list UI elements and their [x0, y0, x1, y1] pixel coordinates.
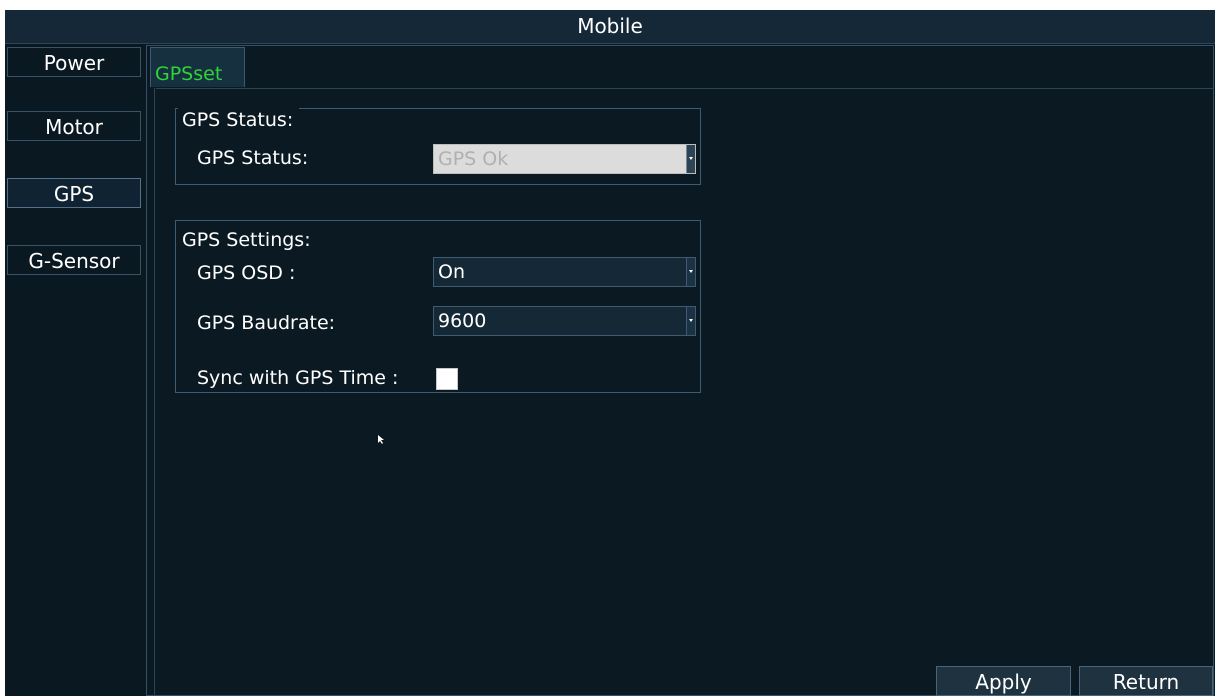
mouse-pointer-icon	[378, 435, 384, 444]
gps-status-group-legend: GPS Status:	[178, 108, 300, 132]
window-title: Mobile	[5, 10, 1215, 44]
content-border	[154, 88, 155, 696]
gps-status-value: GPS Ok	[438, 148, 509, 170]
gps-status-label: GPS Status:	[197, 147, 309, 169]
gps-baudrate-label: GPS Baudrate:	[197, 312, 336, 334]
sidebar-item-power[interactable]: Power	[7, 47, 141, 77]
return-button[interactable]: Return	[1079, 666, 1213, 696]
sidebar-item-g-sensor[interactable]: G-Sensor	[7, 245, 141, 275]
gps-osd-value: On	[438, 261, 465, 283]
gps-osd-label: GPS OSD :	[197, 262, 296, 284]
gps-status-select: GPS Ok	[433, 144, 696, 174]
chevron-down-icon	[686, 258, 695, 286]
gps-baudrate-select[interactable]: 9600	[433, 306, 696, 336]
sync-gps-time-checkbox[interactable]	[436, 368, 458, 390]
tab-gpsset[interactable]: GPSset	[150, 47, 245, 87]
gps-osd-select[interactable]: On	[433, 257, 696, 287]
chevron-down-icon	[686, 307, 695, 335]
sync-gps-time-label: Sync with GPS Time :	[197, 367, 399, 389]
sidebar-item-motor[interactable]: Motor	[7, 111, 141, 141]
chevron-down-icon	[686, 145, 695, 173]
gps-settings-group-legend: GPS Settings:	[178, 228, 317, 252]
gps-baudrate-value: 9600	[438, 310, 487, 332]
sidebar-item-gps[interactable]: GPS	[7, 178, 141, 208]
dvr-screen: Mobile Power Motor GPS G-Sensor GPSset G…	[5, 10, 1215, 696]
apply-button[interactable]: Apply	[936, 666, 1071, 696]
tab-divider	[156, 88, 1214, 89]
